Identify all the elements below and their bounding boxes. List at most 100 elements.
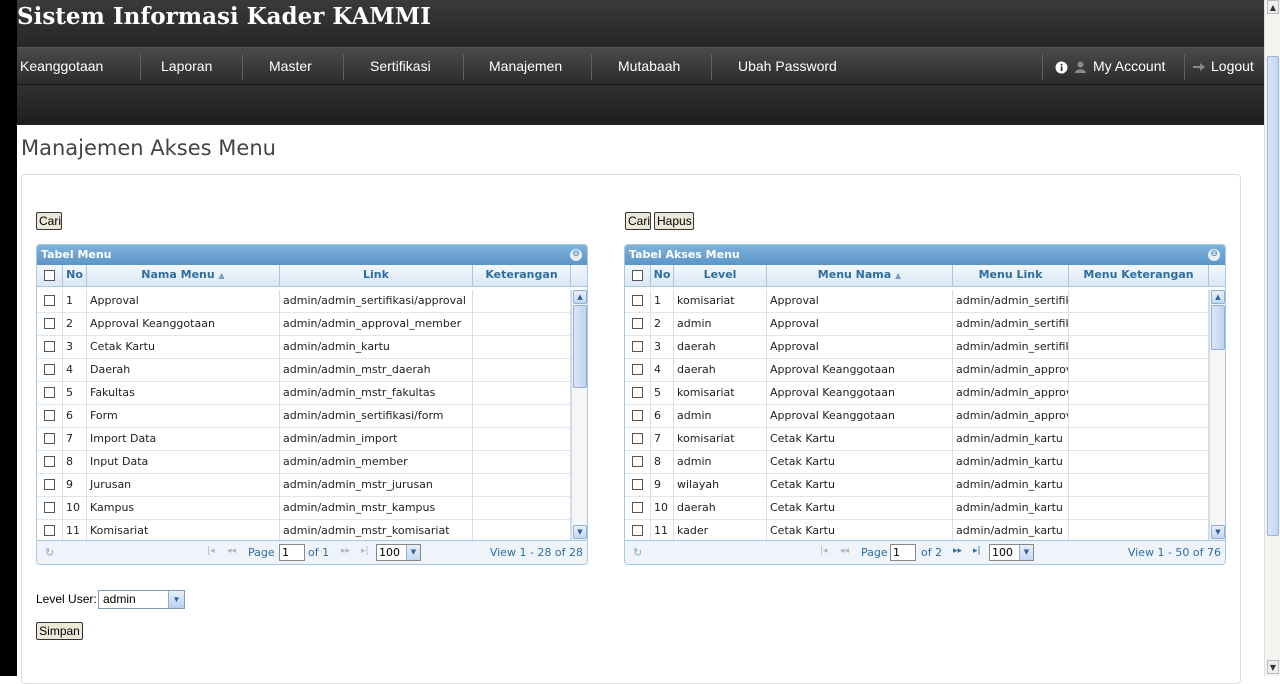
- window-scrollbar[interactable]: ▲ ▼: [1264, 0, 1280, 676]
- akses-grid-scrollbar[interactable]: ▲ ▼: [1209, 290, 1225, 540]
- scroll-up-icon[interactable]: ▲: [1267, 0, 1279, 14]
- row-checkbox[interactable]: [632, 364, 643, 375]
- prev-page-icon[interactable]: ◂◂: [227, 546, 236, 556]
- scroll-up-icon[interactable]: ▲: [1211, 290, 1225, 304]
- my-account-link[interactable]: My Account: [1093, 48, 1165, 86]
- table-row[interactable]: 9 Jurusan admin/admin_mstr_jurusan: [37, 474, 571, 497]
- rows-per-page-select[interactable]: 100 ▼: [989, 544, 1034, 561]
- row-checkbox[interactable]: [44, 456, 55, 467]
- table-row[interactable]: 11 Komisariat admin/admin_mstr_komisariat: [37, 520, 571, 540]
- akses-cari-button[interactable]: Cari: [625, 212, 651, 230]
- nav-item-ubah-password[interactable]: Ubah Password: [738, 48, 837, 86]
- col-header-menu-link[interactable]: Menu Link: [953, 265, 1069, 287]
- table-row[interactable]: 4 Daerah admin/admin_mstr_daerah: [37, 359, 571, 382]
- col-header-link[interactable]: Link: [280, 265, 473, 287]
- next-page-icon[interactable]: ▸▸: [341, 546, 350, 556]
- nav-item-keanggotaan[interactable]: Keanggotaan: [20, 48, 103, 86]
- row-checkbox[interactable]: [44, 525, 55, 536]
- last-page-icon[interactable]: ▸|: [361, 546, 369, 556]
- col-header-no[interactable]: No: [651, 265, 674, 287]
- row-checkbox[interactable]: [632, 387, 643, 398]
- last-page-icon[interactable]: ▸|: [973, 546, 981, 556]
- table-row[interactable]: 11 kader Cetak Kartu admin/admin_kartu: [625, 520, 1209, 540]
- row-checkbox[interactable]: [632, 410, 643, 421]
- col-header-level[interactable]: Level: [674, 265, 767, 287]
- scroll-down-icon[interactable]: ▼: [1267, 660, 1279, 674]
- collapse-icon[interactable]: ⊖: [1208, 249, 1220, 261]
- table-row[interactable]: 8 Input Data admin/admin_member: [37, 451, 571, 474]
- refresh-icon[interactable]: ↻: [45, 546, 54, 559]
- table-row[interactable]: 9 wilayah Cetak Kartu admin/admin_kartu: [625, 474, 1209, 497]
- table-row[interactable]: 5 Fakultas admin/admin_mstr_fakultas: [37, 382, 571, 405]
- page-label: Page: [861, 546, 888, 559]
- info-icon[interactable]: [1055, 48, 1068, 86]
- first-page-icon[interactable]: |◂: [207, 546, 215, 556]
- scroll-thumb[interactable]: [1211, 305, 1225, 350]
- row-checkbox[interactable]: [44, 479, 55, 490]
- row-checkbox[interactable]: [44, 433, 55, 444]
- col-header-no[interactable]: No: [63, 265, 87, 287]
- nav-item-mutabaah[interactable]: Mutabaah: [618, 48, 680, 86]
- nav-item-master[interactable]: Master: [269, 48, 312, 86]
- table-row[interactable]: 6 admin Approval Keanggotaan admin/admin_ap…: [625, 405, 1209, 428]
- select-all-checkbox[interactable]: [44, 270, 55, 281]
- table-row[interactable]: 10 daerah Cetak Kartu admin/admin_kartu: [625, 497, 1209, 520]
- table-row[interactable]: 10 Kampus admin/admin_mstr_kampus: [37, 497, 571, 520]
- cell-menu-link: admin/admin_sertifik: [953, 290, 1069, 313]
- row-checkbox[interactable]: [632, 433, 643, 444]
- nav-item-manajemen[interactable]: Manajemen: [489, 48, 562, 86]
- nav-item-sertifikasi[interactable]: Sertifikasi: [370, 48, 431, 86]
- row-checkbox[interactable]: [44, 410, 55, 421]
- row-checkbox[interactable]: [44, 364, 55, 375]
- col-header-keterangan[interactable]: Keterangan: [473, 265, 571, 287]
- collapse-icon[interactable]: ⊖: [570, 249, 582, 261]
- menu-grid-scrollbar[interactable]: ▲ ▼: [571, 290, 587, 540]
- window-scroll-thumb[interactable]: [1267, 56, 1279, 536]
- refresh-icon[interactable]: ↻: [633, 546, 642, 559]
- menu-cari-button[interactable]: Cari: [36, 212, 62, 230]
- row-checkbox[interactable]: [632, 479, 643, 490]
- scroll-up-icon[interactable]: ▲: [573, 290, 587, 304]
- select-all-checkbox[interactable]: [632, 270, 643, 281]
- simpan-button[interactable]: Simpan: [36, 622, 83, 640]
- scroll-down-icon[interactable]: ▼: [573, 525, 587, 539]
- prev-page-icon[interactable]: ◂◂: [840, 546, 849, 556]
- row-checkbox[interactable]: [632, 456, 643, 467]
- first-page-icon[interactable]: |◂: [820, 546, 828, 556]
- table-row[interactable]: 3 daerah Approval admin/admin_sertifik: [625, 336, 1209, 359]
- row-checkbox[interactable]: [44, 387, 55, 398]
- row-checkbox[interactable]: [632, 295, 643, 306]
- row-checkbox[interactable]: [44, 341, 55, 352]
- rows-per-page-select[interactable]: 100 ▼: [376, 544, 421, 561]
- row-checkbox[interactable]: [44, 502, 55, 513]
- row-checkbox[interactable]: [44, 318, 55, 329]
- table-row[interactable]: 6 Form admin/admin_sertifikasi/form: [37, 405, 571, 428]
- table-row[interactable]: 2 admin Approval admin/admin_sertifik: [625, 313, 1209, 336]
- table-row[interactable]: 4 daerah Approval Keanggotaan admin/admin_a…: [625, 359, 1209, 382]
- row-checkbox[interactable]: [632, 525, 643, 536]
- table-row[interactable]: 7 Import Data admin/admin_import: [37, 428, 571, 451]
- col-header-menu-nama[interactable]: Menu Nama ▲: [767, 265, 953, 287]
- table-row[interactable]: 8 admin Cetak Kartu admin/admin_kartu: [625, 451, 1209, 474]
- hapus-button[interactable]: Hapus: [654, 212, 694, 230]
- table-row[interactable]: 1 Approval admin/admin_sertifikasi/approva…: [37, 290, 571, 313]
- row-checkbox[interactable]: [632, 341, 643, 352]
- level-user-select[interactable]: admin ▼: [98, 590, 185, 609]
- scroll-thumb[interactable]: [573, 305, 587, 388]
- page-number-input[interactable]: 1: [890, 544, 916, 561]
- logout-link[interactable]: Logout: [1211, 48, 1254, 86]
- table-row[interactable]: 7 komisariat Cetak Kartu admin/admin_kartu: [625, 428, 1209, 451]
- col-header-nama-menu[interactable]: Nama Menu ▲: [87, 265, 280, 287]
- table-row[interactable]: 2 Approval Keanggotaan admin/admin_approva…: [37, 313, 571, 336]
- row-checkbox[interactable]: [632, 502, 643, 513]
- row-checkbox[interactable]: [44, 295, 55, 306]
- table-row[interactable]: 1 komisariat Approval admin/admin_sertifik: [625, 290, 1209, 313]
- next-page-icon[interactable]: ▸▸: [953, 546, 962, 556]
- col-header-menu-keterangan[interactable]: Menu Keterangan: [1069, 265, 1209, 287]
- row-checkbox[interactable]: [632, 318, 643, 329]
- scroll-down-icon[interactable]: ▼: [1211, 525, 1225, 539]
- table-row[interactable]: 3 Cetak Kartu admin/admin_kartu: [37, 336, 571, 359]
- nav-item-laporan[interactable]: Laporan: [161, 48, 212, 86]
- table-row[interactable]: 5 komisariat Approval Keanggotaan admin/adm…: [625, 382, 1209, 405]
- page-number-input[interactable]: 1: [279, 544, 305, 561]
